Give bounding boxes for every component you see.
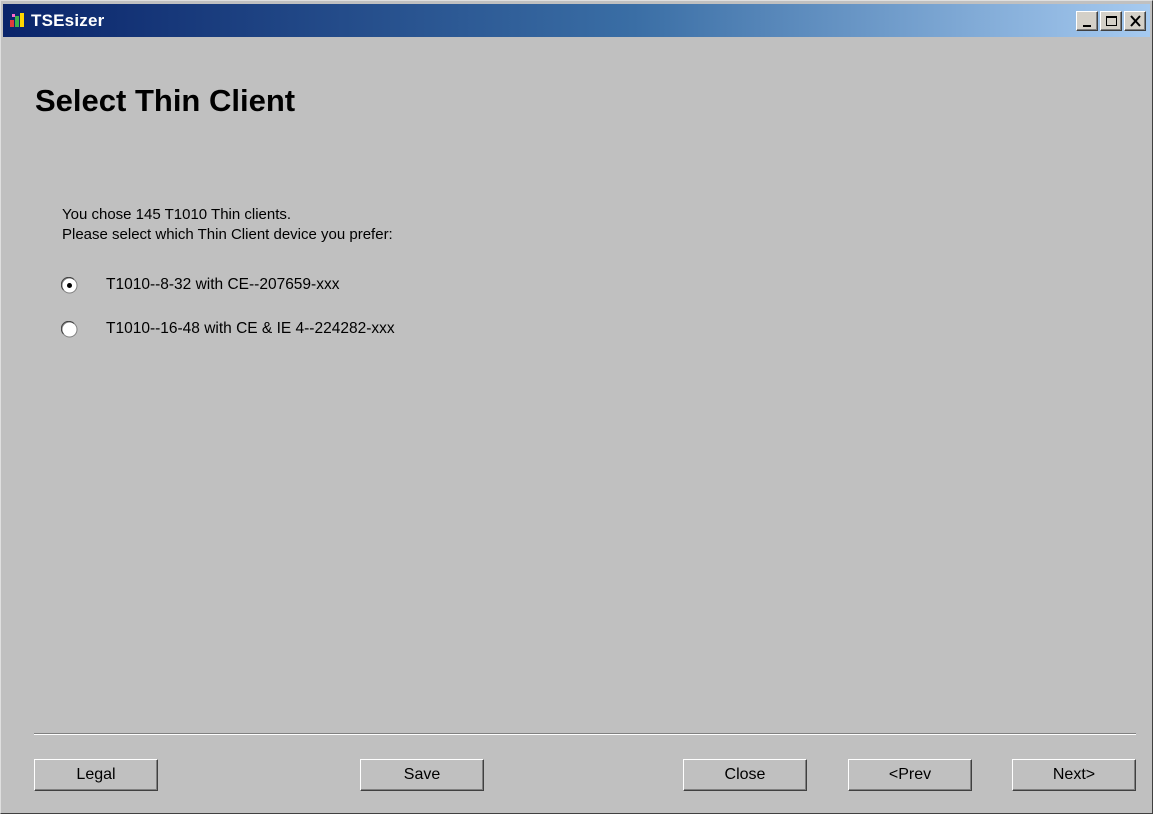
maximize-button[interactable] bbox=[1100, 11, 1122, 31]
minimize-button[interactable] bbox=[1076, 11, 1098, 31]
page-title: Select Thin Client bbox=[35, 83, 296, 118]
save-button[interactable]: Save bbox=[360, 759, 484, 791]
close-window-button[interactable] bbox=[1124, 11, 1146, 31]
option-label: T1010--16-48 with CE & IE 4--224282-xxx bbox=[106, 320, 395, 337]
legal-button[interactable]: Legal bbox=[34, 759, 158, 791]
maximize-icon bbox=[1106, 16, 1117, 26]
app-icon bbox=[9, 12, 27, 28]
next-button[interactable]: Next> bbox=[1012, 759, 1136, 791]
radio-button-unselected[interactable] bbox=[60, 320, 78, 338]
radio-button-selected[interactable] bbox=[60, 276, 78, 294]
intro-text-line-1: You chose 145 T1010 Thin clients. bbox=[62, 206, 292, 223]
minimize-icon bbox=[1083, 25, 1091, 27]
prev-button[interactable]: <Prev bbox=[848, 759, 972, 791]
close-icon bbox=[1130, 15, 1141, 27]
intro-text-line-2: Please select which Thin Client device y… bbox=[62, 226, 393, 243]
close-button[interactable]: Close bbox=[683, 759, 807, 791]
title-bar[interactable]: TSEsizer bbox=[3, 4, 1150, 37]
tsesizer-window: TSEsizer Select Thin Client You chose 14… bbox=[0, 0, 1153, 814]
footer-separator bbox=[34, 733, 1136, 735]
option-label: T1010--8-32 with CE--207659-xxx bbox=[106, 276, 340, 293]
thin-client-option-2[interactable]: T1010--16-48 with CE & IE 4--224282-xxx bbox=[60, 319, 581, 341]
thin-client-option-1[interactable]: T1010--8-32 with CE--207659-xxx bbox=[60, 275, 581, 297]
window-title: TSEsizer bbox=[31, 11, 105, 30]
